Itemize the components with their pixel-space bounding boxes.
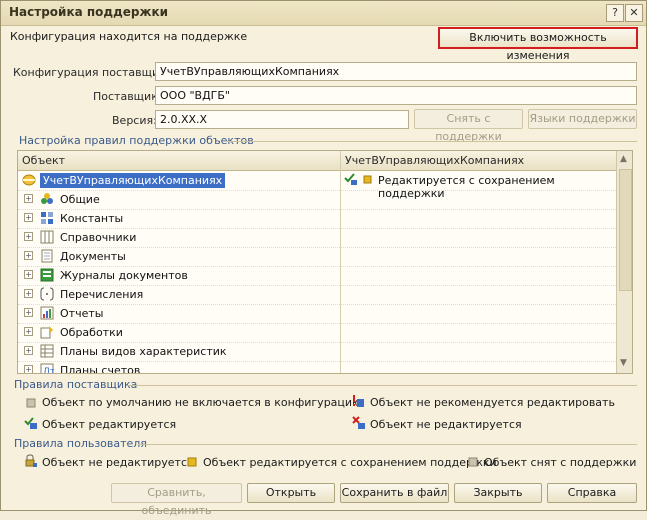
help-button[interactable]: Справка bbox=[547, 483, 637, 503]
lock-icon bbox=[25, 454, 37, 467]
rules-group-divider bbox=[227, 141, 637, 142]
vendor-rules-title: Правила поставщика bbox=[14, 378, 138, 391]
vendor-rules-divider bbox=[127, 385, 637, 386]
close-title-button[interactable]: ✕ bbox=[625, 4, 643, 22]
tree-row[interactable]: + Отчеты bbox=[18, 304, 616, 324]
expand-icon[interactable]: + bbox=[24, 232, 33, 241]
removed-support-icon bbox=[468, 457, 478, 467]
legend-not-recommended: Объект не рекомендуется редактировать bbox=[370, 396, 615, 409]
support-languages-button[interactable]: Языки поддержки bbox=[528, 109, 637, 129]
supplier-label: Поставщик: bbox=[93, 90, 162, 103]
tree-row[interactable]: + Обработки bbox=[18, 323, 616, 343]
title-bar: Настройка поддержки ? ✕ bbox=[1, 1, 646, 26]
tree-item-label: Планы счетов bbox=[60, 364, 141, 374]
legend-user-keep-support: Объект редактируется с сохранением подде… bbox=[203, 456, 497, 469]
svg-text:Дт: Дт bbox=[43, 367, 54, 374]
reports-icon bbox=[40, 306, 54, 320]
column-header-object[interactable]: Объект bbox=[22, 154, 65, 167]
version-label: Версия: bbox=[112, 114, 157, 127]
tree-item-label: Обработки bbox=[60, 326, 123, 339]
expand-icon[interactable]: + bbox=[24, 194, 33, 203]
accounts-icon: Дт bbox=[40, 363, 54, 374]
remove-support-button[interactable]: Снять с поддержки bbox=[414, 109, 523, 143]
tree-row-root[interactable]: УчетВУправляющихКомпаниях Редактируется … bbox=[18, 171, 616, 200]
chart-types-icon bbox=[40, 344, 54, 358]
expand-icon[interactable]: + bbox=[24, 308, 33, 317]
documents-icon bbox=[41, 249, 53, 263]
config-root-icon bbox=[22, 174, 36, 186]
editable-icon bbox=[24, 417, 37, 429]
tree-header: Объект УчетВУправляющихКомпаниях bbox=[18, 151, 616, 171]
enable-changes-button[interactable]: Включить возможность изменения bbox=[438, 27, 638, 62]
tree-item-label: Общие bbox=[60, 193, 100, 206]
check-edit-icon bbox=[344, 173, 357, 185]
support-keep-icon bbox=[187, 457, 197, 467]
tree-row[interactable]: + Журналы документов bbox=[18, 266, 616, 286]
constants-icon bbox=[41, 212, 53, 224]
vendor-config-label: Конфигурация поставщика: bbox=[13, 66, 177, 79]
vendor-config-field[interactable]: УчетВУправляющихКомпаниях bbox=[155, 62, 637, 81]
tree-item-label: Документы bbox=[60, 250, 126, 263]
tree-row[interactable]: + Документы bbox=[18, 247, 616, 267]
support-settings-window: Настройка поддержки ? ✕ Конфигурация нах… bbox=[0, 0, 647, 517]
common-icon bbox=[41, 193, 53, 204]
version-field[interactable]: 2.0.XX.X bbox=[155, 110, 409, 129]
window-title: Настройка поддержки bbox=[9, 5, 169, 19]
expand-icon[interactable]: + bbox=[24, 213, 33, 222]
processing-icon bbox=[40, 326, 53, 339]
expand-icon[interactable]: + bbox=[24, 289, 33, 298]
not-editable-icon bbox=[352, 416, 365, 429]
scroll-up-icon[interactable]: ▲ bbox=[620, 154, 627, 164]
tree-row[interactable]: + Справочники bbox=[18, 228, 616, 248]
tree-item-label: Константы bbox=[60, 212, 124, 225]
close-button[interactable]: Закрыть bbox=[454, 483, 542, 503]
support-cube-icon bbox=[363, 175, 372, 184]
save-to-file-button[interactable]: Сохранить в файл bbox=[340, 483, 449, 503]
legend-not-editable: Объект не редактируется bbox=[370, 418, 522, 431]
tree-item-label: Перечисления bbox=[60, 288, 144, 301]
tree-row[interactable]: + Перечисления bbox=[18, 285, 616, 305]
legend-editable: Объект редактируется bbox=[42, 418, 177, 431]
catalogs-icon bbox=[40, 230, 54, 244]
objects-tree[interactable]: Объект УчетВУправляющихКомпаниях УчетВУп… bbox=[17, 150, 633, 374]
column-header-config[interactable]: УчетВУправляющихКомпаниях bbox=[345, 154, 524, 167]
tree-row[interactable]: + Константы bbox=[18, 209, 616, 229]
not-included-icon bbox=[26, 398, 36, 408]
scroll-down-icon[interactable]: ▼ bbox=[620, 358, 627, 368]
journals-icon bbox=[40, 268, 54, 282]
tree-root-label[interactable]: УчетВУправляющихКомпаниях bbox=[40, 173, 226, 188]
compare-merge-button[interactable]: Сравнить, объединить bbox=[111, 483, 242, 517]
rules-group-title: Настройка правил поддержки объектов bbox=[19, 134, 254, 147]
expand-icon[interactable]: + bbox=[24, 365, 33, 373]
tree-item-label: Справочники bbox=[60, 231, 137, 244]
scroll-thumb[interactable] bbox=[619, 169, 632, 291]
expand-icon[interactable]: + bbox=[24, 270, 33, 279]
not-recommended-icon bbox=[353, 395, 364, 407]
tree-item-label: Журналы документов bbox=[60, 269, 188, 282]
tree-item-label: Планы видов характеристик bbox=[60, 345, 227, 358]
tree-row[interactable]: + Общие bbox=[18, 190, 616, 210]
support-status-text: Конфигурация находится на поддержке bbox=[10, 30, 248, 43]
legend-user-not-editable: Объект не редактируется bbox=[42, 456, 194, 469]
expand-icon[interactable]: + bbox=[24, 251, 33, 260]
tree-vertical-scrollbar[interactable]: ▲ ▼ bbox=[616, 151, 632, 373]
tree-item-label: Отчеты bbox=[60, 307, 104, 320]
user-rules-title: Правила пользователя bbox=[14, 437, 147, 450]
tree-row[interactable]: + Дт Планы счетов bbox=[18, 361, 616, 374]
supplier-field[interactable]: ООО "ВДГБ" bbox=[155, 86, 637, 105]
open-button[interactable]: Открыть bbox=[247, 483, 335, 503]
help-title-button[interactable]: ? bbox=[606, 4, 624, 22]
legend-user-removed: Объект снят с поддержки bbox=[484, 456, 637, 469]
expand-icon[interactable]: + bbox=[24, 327, 33, 336]
expand-icon[interactable]: + bbox=[24, 346, 33, 355]
user-rules-divider bbox=[138, 444, 637, 445]
enums-icon bbox=[40, 287, 54, 301]
tree-row[interactable]: + Планы видов характеристик bbox=[18, 342, 616, 362]
legend-not-included: Объект по умолчанию не включается в конф… bbox=[42, 396, 362, 409]
